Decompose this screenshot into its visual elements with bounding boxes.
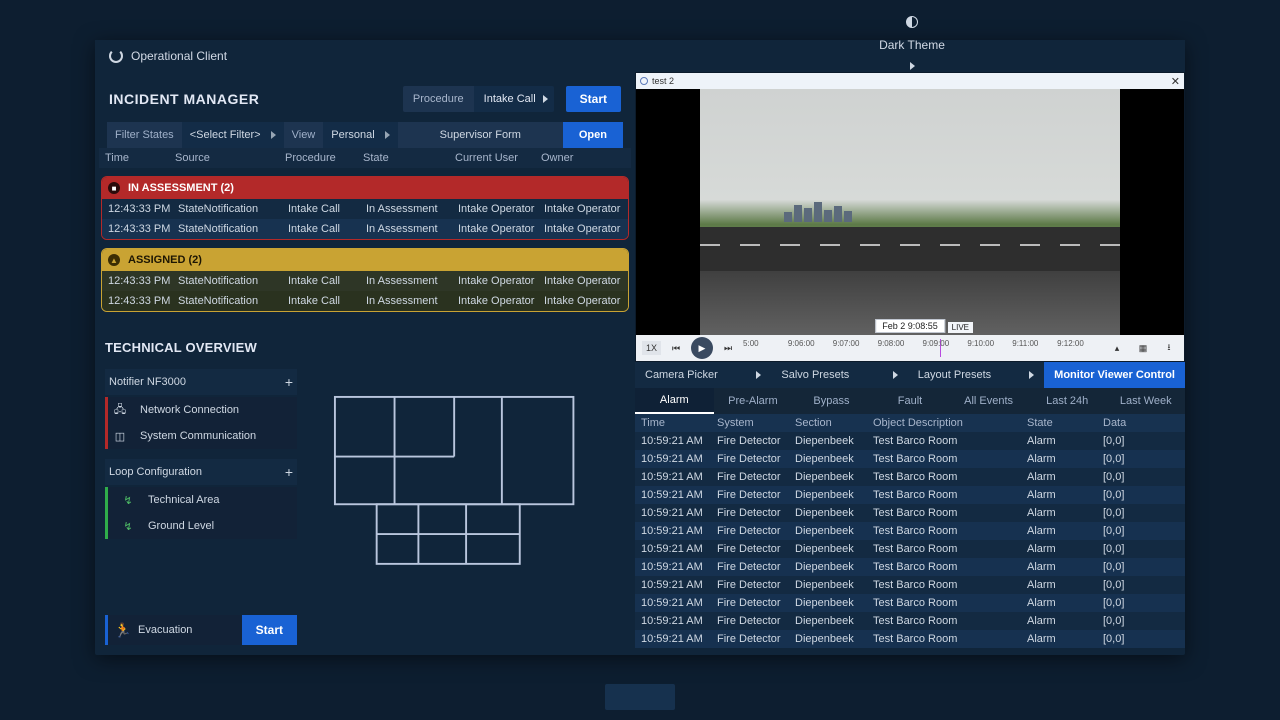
- event-row[interactable]: 10:59:21 AMFire DetectorDiepenbeekTest B…: [635, 450, 1185, 468]
- evacuation-start-button[interactable]: Start: [242, 615, 297, 645]
- main-window: Operational Client Dark Theme ─ ▢ ✕ INCI…: [95, 40, 1185, 655]
- event-row[interactable]: 10:59:21 AMFire DetectorDiepenbeekTest B…: [635, 468, 1185, 486]
- event-tab[interactable]: Last Week: [1106, 388, 1185, 414]
- incident-row[interactable]: 12:43:33 PMStateNotificationIntake CallI…: [102, 271, 628, 291]
- viewer-toolbar: Camera Picker Salvo Presets Layout Prese…: [635, 362, 1185, 388]
- video-transport: 1X ⏮ ▶ ⏭ 5:009:06:009:07:009:08:009:09:0…: [636, 335, 1184, 361]
- incident-group: ▲ASSIGNED (2)12:43:33 PMStateNotificatio…: [101, 248, 629, 312]
- event-tab[interactable]: Pre-Alarm: [714, 388, 793, 414]
- technical-overview: TECHNICAL OVERVIEW Notifier NF3000+ 🖧Net…: [95, 340, 635, 655]
- event-row[interactable]: 10:59:21 AMFire DetectorDiepenbeekTest B…: [635, 594, 1185, 612]
- floorplan[interactable]: [307, 340, 625, 645]
- video-window: test 2 ✕ Feb 2 9:08:55 LIVE 1X ⏮: [635, 72, 1185, 362]
- play-button[interactable]: ▶: [691, 337, 713, 359]
- incident-panel: INCIDENT MANAGER Procedure Intake Call S…: [95, 72, 635, 655]
- incident-table: TimeSourceProcedureStateCurrent UserOwne…: [99, 148, 631, 312]
- theme-label[interactable]: Dark Theme: [879, 38, 945, 52]
- event-tabs: AlarmPre-AlarmBypassFaultAll EventsLast …: [635, 388, 1185, 414]
- group-header[interactable]: ■IN ASSESSMENT (2): [102, 177, 628, 199]
- tech-item[interactable]: ◫System Communication: [105, 423, 297, 449]
- playback-speed[interactable]: 1X: [642, 341, 661, 355]
- calendar-icon[interactable]: ▦: [1134, 339, 1152, 357]
- procedure-selector[interactable]: Procedure Intake Call: [403, 86, 554, 112]
- event-row[interactable]: 10:59:21 AMFire DetectorDiepenbeekTest B…: [635, 540, 1185, 558]
- caret-right-icon: [543, 95, 548, 103]
- video-close-button[interactable]: ✕: [1171, 75, 1180, 88]
- skip-fwd-button[interactable]: ⏭: [719, 339, 737, 357]
- plus-icon: +: [285, 374, 293, 390]
- zone-icon: ↯: [118, 520, 138, 533]
- event-tab[interactable]: Fault: [871, 388, 950, 414]
- incident-row[interactable]: 12:43:33 PMStateNotificationIntake CallI…: [102, 219, 628, 239]
- event-row[interactable]: 10:59:21 AMFire DetectorDiepenbeekTest B…: [635, 486, 1185, 504]
- event-row[interactable]: 10:59:21 AMFire DetectorDiepenbeekTest B…: [635, 630, 1185, 648]
- supervisor-form-button[interactable]: Supervisor Form: [398, 122, 563, 148]
- tab-dot-icon: [640, 77, 648, 85]
- event-row[interactable]: 10:59:21 AMFire DetectorDiepenbeekTest B…: [635, 522, 1185, 540]
- skip-back-button[interactable]: ⏮: [667, 339, 685, 357]
- caret-right-icon: [1029, 371, 1034, 379]
- incident-row[interactable]: 12:43:33 PMStateNotificationIntake CallI…: [102, 291, 628, 311]
- event-tab[interactable]: Last 24h: [1028, 388, 1107, 414]
- video-frame[interactable]: Feb 2 9:08:55 LIVE: [700, 89, 1120, 335]
- tech-heading: TECHNICAL OVERVIEW: [105, 340, 297, 355]
- group-state-icon: ■: [108, 182, 120, 194]
- view-select[interactable]: Personal: [323, 122, 397, 148]
- group-state-icon: ▲: [108, 254, 120, 266]
- incident-toolbar: Filter States <Select Filter> View Perso…: [99, 122, 631, 148]
- open-button[interactable]: Open: [563, 122, 623, 148]
- event-table: TimeSystemSectionObject DescriptionState…: [635, 414, 1185, 655]
- event-tab[interactable]: Bypass: [792, 388, 871, 414]
- app-logo-icon: [109, 49, 123, 63]
- video-tab-header: test 2 ✕: [636, 73, 1184, 89]
- video-timeline[interactable]: 5:009:06:009:07:009:08:009:09:009:10:009…: [743, 339, 1102, 357]
- theme-icon[interactable]: [906, 16, 918, 28]
- caret-right-icon: [893, 371, 898, 379]
- caret-right-icon: [756, 371, 761, 379]
- monitor-viewer-control[interactable]: Monitor Viewer Control: [1044, 362, 1185, 388]
- start-button[interactable]: Start: [566, 86, 621, 112]
- running-man-icon: 🏃: [108, 622, 138, 639]
- zone-icon: ↯: [118, 494, 138, 507]
- tech-item[interactable]: ↯Technical Area: [105, 487, 297, 513]
- viewer-panel: test 2 ✕ Feb 2 9:08:55 LIVE 1X ⏮: [635, 72, 1185, 655]
- incident-row[interactable]: 12:43:33 PMStateNotificationIntake CallI…: [102, 199, 628, 219]
- caret-right-icon: [385, 131, 390, 139]
- dock-handle[interactable]: [605, 684, 675, 710]
- layout-presets[interactable]: Layout Presets: [908, 369, 1044, 381]
- tech-item[interactable]: 🖧Network Connection: [105, 397, 297, 423]
- video-timestamp: Feb 2 9:08:55: [875, 319, 945, 333]
- download-icon[interactable]: ⭳: [1160, 339, 1178, 357]
- group-header[interactable]: ▲ASSIGNED (2): [102, 249, 628, 271]
- event-row[interactable]: 10:59:21 AMFire DetectorDiepenbeekTest B…: [635, 558, 1185, 576]
- panel-loop[interactable]: Loop Configuration+: [105, 459, 297, 485]
- caret-right-icon: [271, 131, 276, 139]
- evacuation-row: 🏃 Evacuation Start: [105, 615, 297, 645]
- status-icon: ◫: [110, 430, 130, 443]
- incident-heading: INCIDENT MANAGER: [109, 91, 391, 107]
- event-row[interactable]: 10:59:21 AMFire DetectorDiepenbeekTest B…: [635, 432, 1185, 450]
- camera-picker[interactable]: Camera Picker: [635, 369, 771, 381]
- plus-icon: +: [285, 464, 293, 480]
- status-icon: 🖧: [110, 401, 130, 420]
- panel-notifier[interactable]: Notifier NF3000+: [105, 369, 297, 395]
- app-title: Operational Client: [131, 49, 227, 63]
- event-row[interactable]: 10:59:21 AMFire DetectorDiepenbeekTest B…: [635, 576, 1185, 594]
- caret-right-icon: [910, 62, 915, 70]
- live-badge: LIVE: [948, 322, 973, 333]
- timeline-up-icon[interactable]: ▴: [1108, 339, 1126, 357]
- event-tab[interactable]: All Events: [949, 388, 1028, 414]
- filter-select[interactable]: <Select Filter>: [182, 122, 284, 148]
- event-row[interactable]: 10:59:21 AMFire DetectorDiepenbeekTest B…: [635, 612, 1185, 630]
- salvo-presets[interactable]: Salvo Presets: [771, 369, 907, 381]
- tech-item[interactable]: ↯Ground Level: [105, 513, 297, 539]
- event-row[interactable]: 10:59:21 AMFire DetectorDiepenbeekTest B…: [635, 504, 1185, 522]
- event-tab[interactable]: Alarm: [635, 388, 714, 414]
- incident-group: ■IN ASSESSMENT (2)12:43:33 PMStateNotifi…: [101, 176, 629, 240]
- titlebar: Operational Client Dark Theme ─ ▢ ✕: [95, 40, 1185, 72]
